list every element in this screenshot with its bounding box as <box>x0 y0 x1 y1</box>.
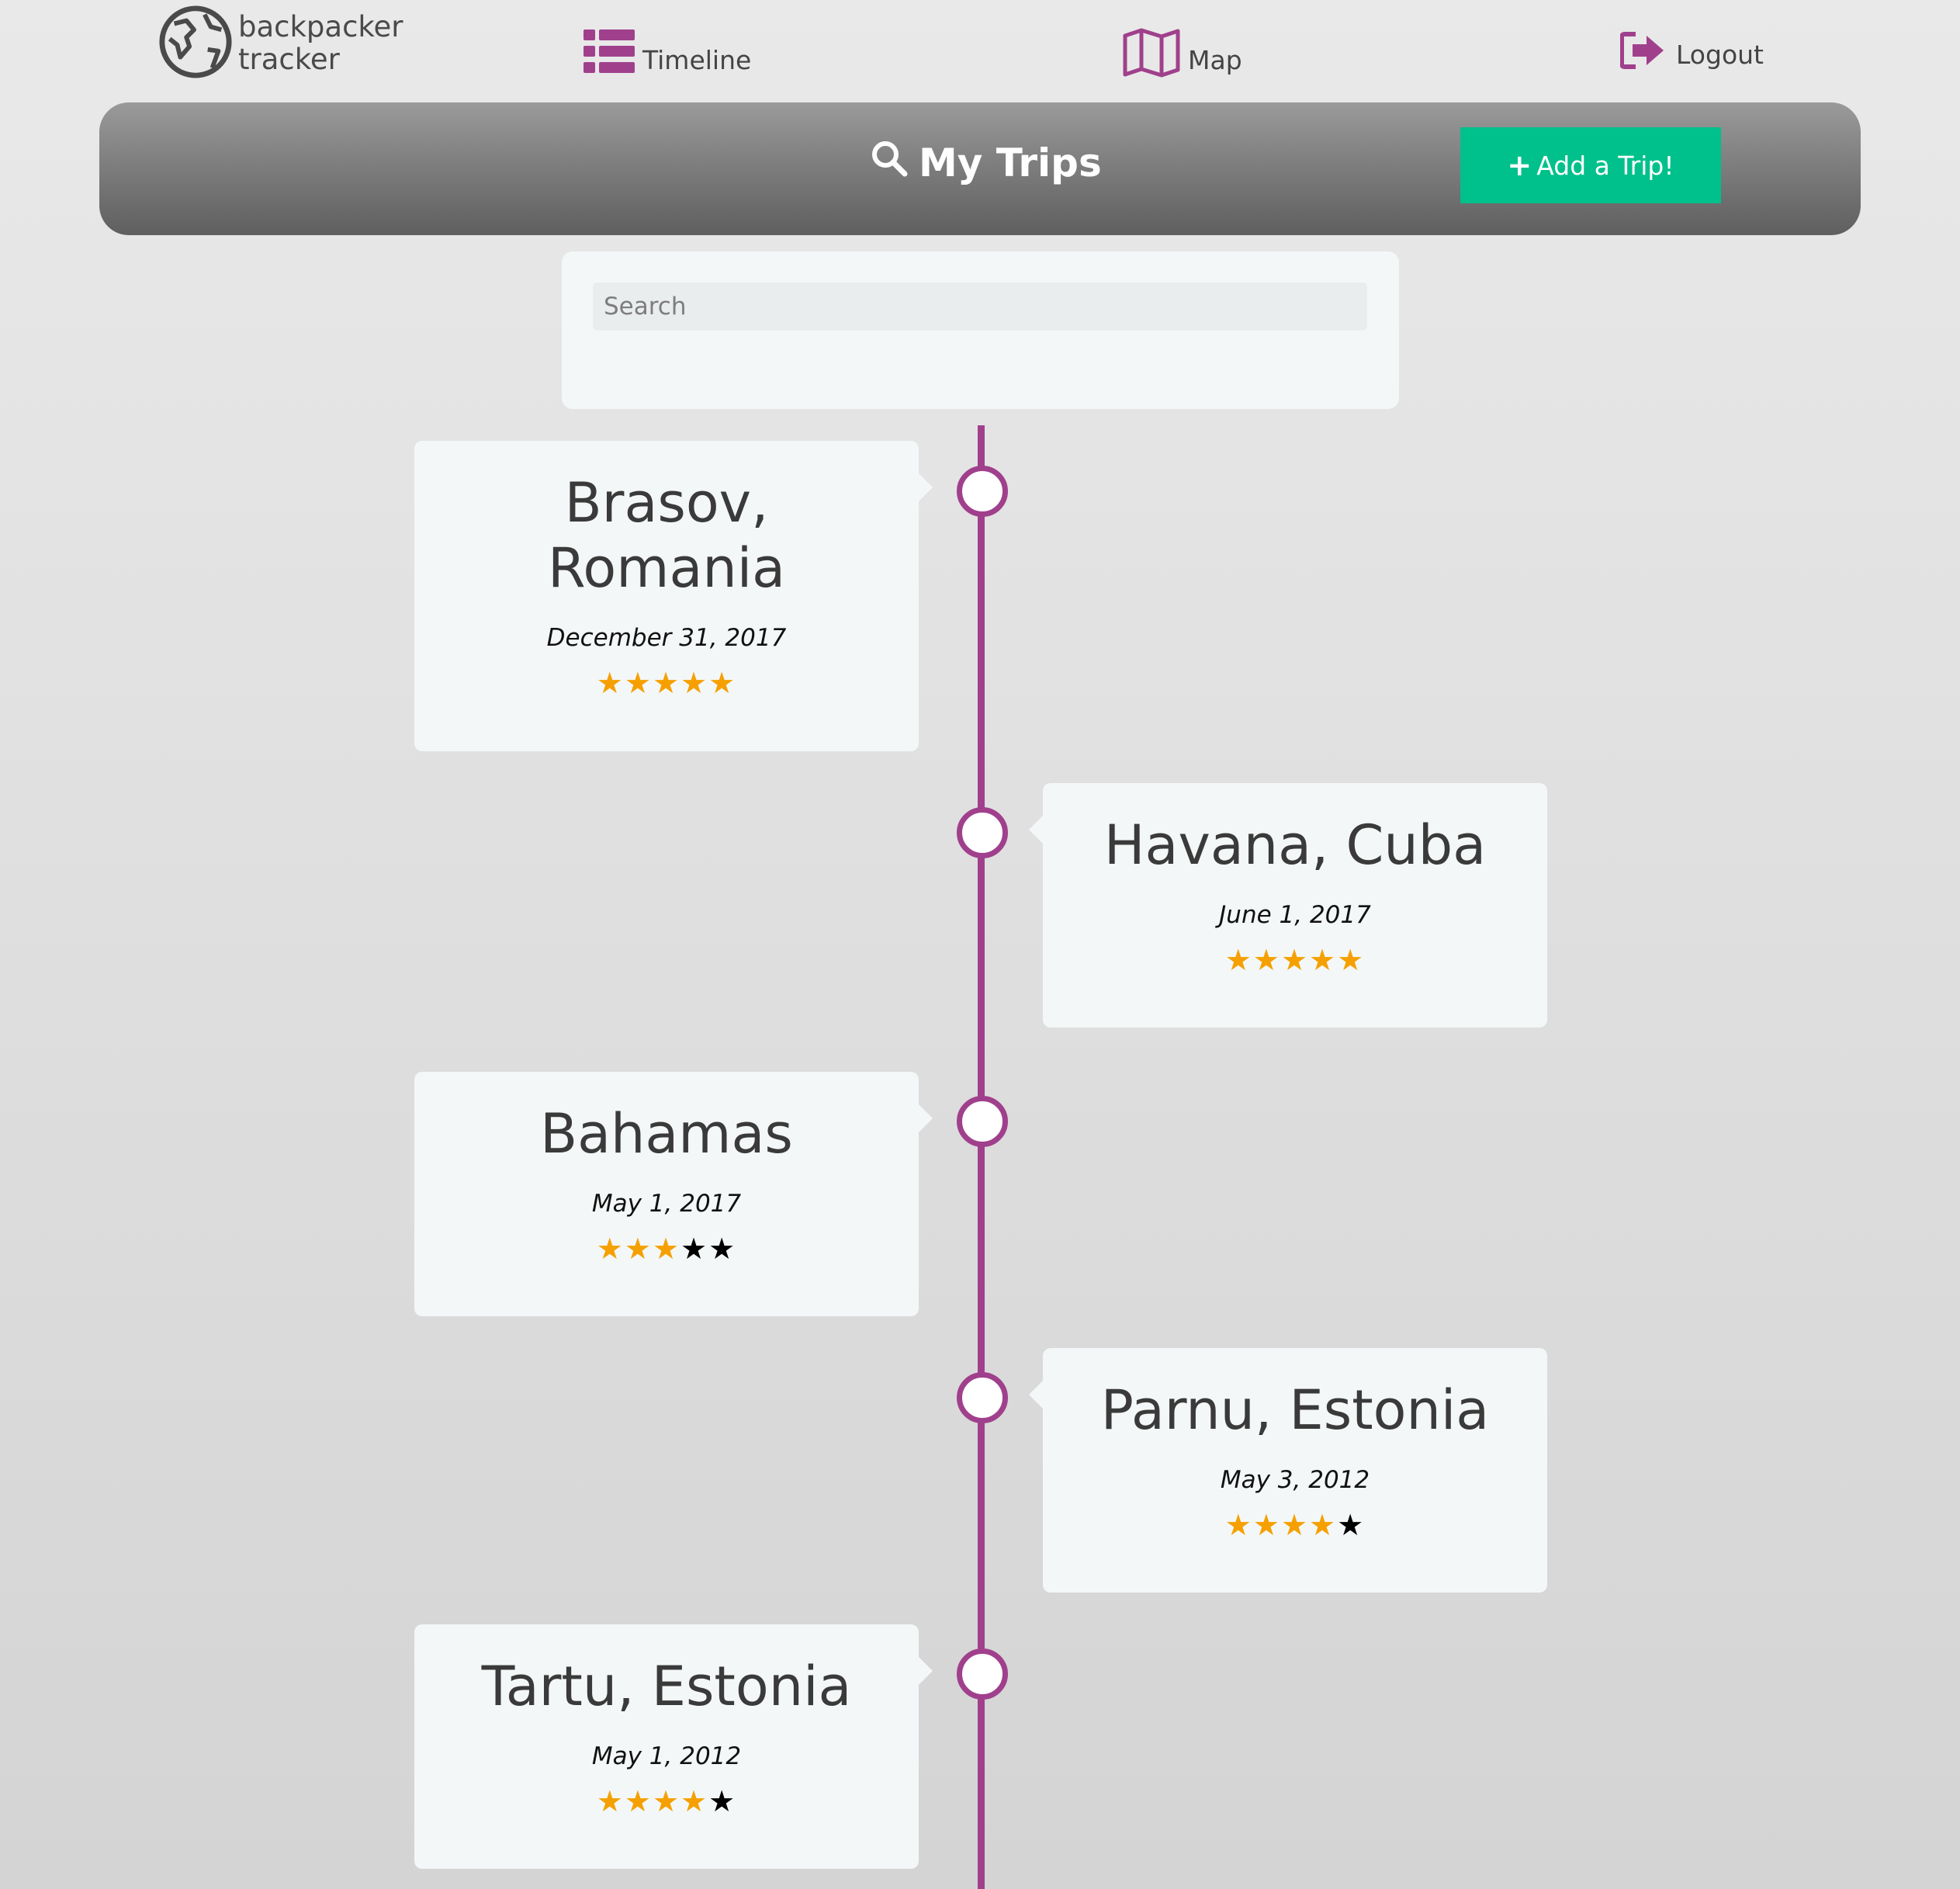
timeline-node <box>957 1096 1008 1147</box>
star-filled-icon: ★ <box>680 666 709 700</box>
logo-line-2: tracker <box>238 43 340 76</box>
trip-card[interactable]: Bahamas May 1, 2017 ★★★★★ <box>414 1072 933 1316</box>
star-empty-icon: ★ <box>708 1232 737 1266</box>
star-filled-icon: ★ <box>1280 943 1310 977</box>
star-filled-icon: ★ <box>652 1232 681 1266</box>
trip-date: May 1, 2012 <box>591 1742 742 1770</box>
star-rating: ★★★★★ <box>1043 1508 1547 1542</box>
trip-title: Bahamas <box>540 1102 793 1166</box>
nav-logout-label: Logout <box>1676 39 1764 70</box>
star-rating: ★★★★★ <box>414 1232 919 1266</box>
star-filled-icon: ★ <box>1252 1508 1281 1542</box>
star-filled-icon: ★ <box>624 1784 653 1818</box>
trip-title: Tartu, Estonia <box>481 1655 852 1718</box>
trip-title: Havana, Cuba <box>1103 813 1487 877</box>
star-filled-icon: ★ <box>708 666 737 700</box>
logo-text: backpacker tracker <box>238 11 403 76</box>
nav-logout[interactable]: Logout <box>1619 31 1764 73</box>
star-filled-icon: ★ <box>1309 943 1338 977</box>
trip-card[interactable]: Havana, Cuba June 1, 2017 ★★★★★ <box>1029 783 1547 1028</box>
timeline-node <box>957 807 1008 858</box>
star-rating: ★★★★★ <box>1043 943 1547 977</box>
trip-date: June 1, 2017 <box>1219 901 1371 929</box>
map-icon <box>1123 28 1180 81</box>
search-icon <box>871 140 919 186</box>
nav-timeline[interactable]: Timeline <box>583 29 751 76</box>
star-filled-icon: ★ <box>680 1784 709 1818</box>
star-filled-icon: ★ <box>624 1232 653 1266</box>
timeline-node <box>957 466 1008 517</box>
star-rating: ★★★★★ <box>414 666 919 700</box>
nav-timeline-label: Timeline <box>642 44 752 75</box>
logo[interactable]: backpacker tracker <box>158 5 403 82</box>
trip-title: Brasov, Romania <box>547 471 786 600</box>
star-filled-icon: ★ <box>652 666 681 700</box>
trip-date: December 31, 2017 <box>546 624 787 652</box>
trip-card[interactable]: Brasov, Romania December 31, 2017 ★★★★★ <box>414 441 933 751</box>
star-filled-icon: ★ <box>596 1232 625 1266</box>
trip-date: May 1, 2017 <box>591 1190 742 1218</box>
search-panel <box>562 251 1399 409</box>
plus-icon: + <box>1507 148 1532 182</box>
trip-card[interactable]: Parnu, Estonia May 3, 2012 ★★★★★ <box>1029 1348 1547 1593</box>
timeline-node <box>957 1372 1008 1423</box>
nav-map-label: Map <box>1188 44 1242 75</box>
star-filled-icon: ★ <box>624 666 653 700</box>
timeline-node <box>957 1648 1008 1700</box>
star-filled-icon: ★ <box>596 1784 625 1818</box>
star-empty-icon: ★ <box>1337 1508 1366 1542</box>
star-empty-icon: ★ <box>680 1232 709 1266</box>
page-title: My Trips <box>871 140 1102 186</box>
list-icon <box>583 29 635 76</box>
nav-map[interactable]: Map <box>1123 28 1242 81</box>
add-trip-label: Add a Trip! <box>1536 150 1674 181</box>
star-empty-icon: ★ <box>708 1784 737 1818</box>
star-filled-icon: ★ <box>1224 943 1253 977</box>
globe-icon <box>158 4 234 83</box>
logout-icon <box>1619 31 1667 73</box>
search-input[interactable] <box>593 282 1367 331</box>
star-rating: ★★★★★ <box>414 1784 919 1818</box>
add-trip-button[interactable]: + Add a Trip! <box>1460 127 1721 203</box>
star-filled-icon: ★ <box>596 666 625 700</box>
star-filled-icon: ★ <box>652 1784 681 1818</box>
trip-card[interactable]: Tartu, Estonia May 1, 2012 ★★★★★ <box>414 1624 933 1869</box>
trip-date: May 3, 2012 <box>1220 1466 1370 1494</box>
page-title-text: My Trips <box>919 140 1102 185</box>
trip-title: Parnu, Estonia <box>1100 1378 1490 1442</box>
star-filled-icon: ★ <box>1337 943 1366 977</box>
star-filled-icon: ★ <box>1309 1508 1338 1542</box>
star-filled-icon: ★ <box>1224 1508 1253 1542</box>
logo-line-1: backpacker <box>238 10 403 43</box>
star-filled-icon: ★ <box>1252 943 1281 977</box>
star-filled-icon: ★ <box>1280 1508 1310 1542</box>
